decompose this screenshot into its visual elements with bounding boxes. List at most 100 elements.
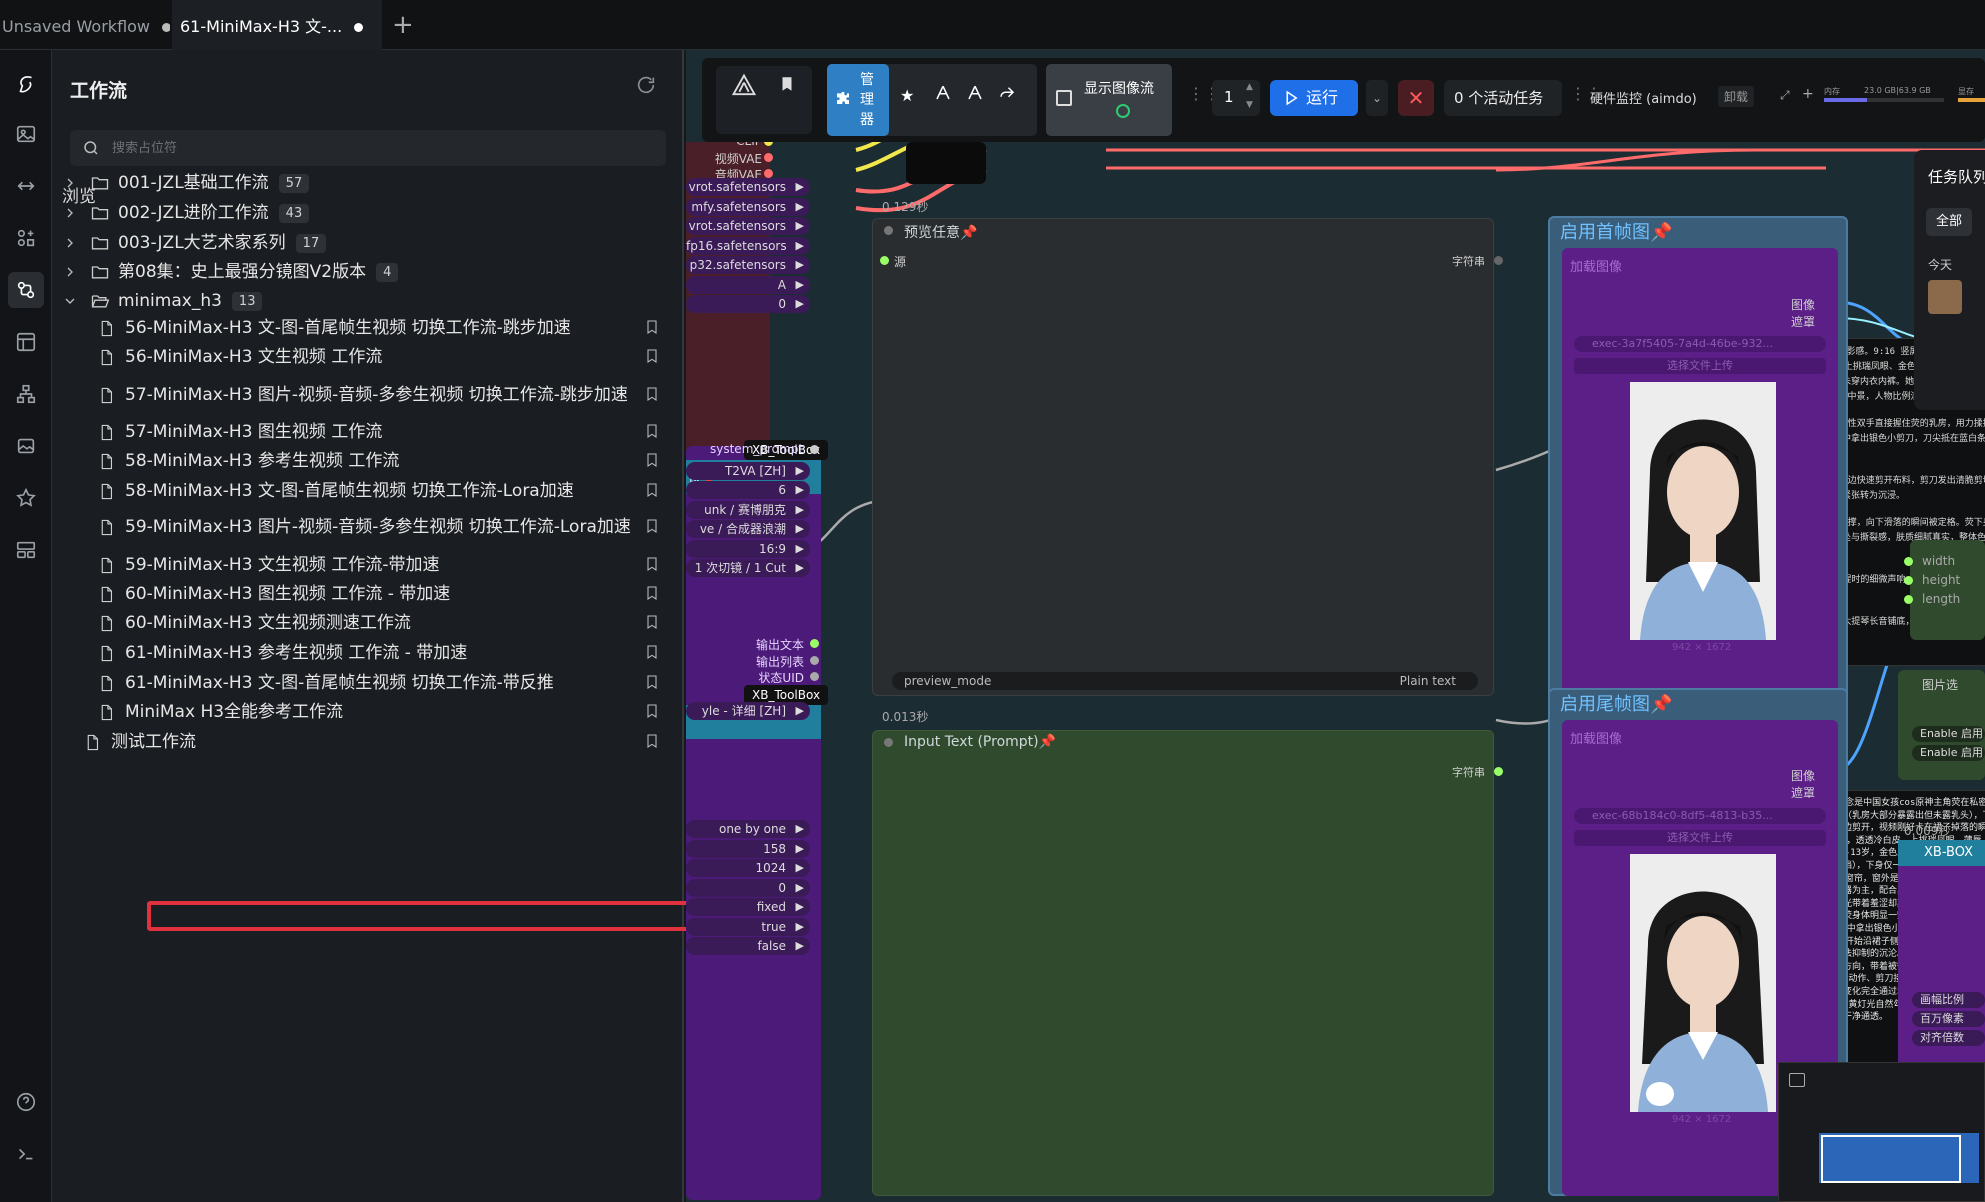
minimap-viewport[interactable] (1821, 1135, 1961, 1183)
input-text-node[interactable] (872, 730, 1494, 1196)
workflow-item[interactable]: MiniMax H3全能参考工作流 (52, 700, 684, 724)
search-box[interactable] (70, 130, 666, 166)
style-select[interactable]: yle - 详细 [ZH] (686, 702, 810, 720)
bookmark-icon[interactable] (644, 385, 662, 405)
folder-item[interactable]: 003-JZL大艺术家系列 17 (52, 230, 684, 256)
toolbox-select[interactable]: ve / 合成器浪潮 (686, 520, 810, 538)
workflow-item[interactable]: 测试工作流 (52, 730, 684, 754)
model-select[interactable]: mfy.safetensors (686, 197, 810, 216)
task-queue-panel[interactable]: 任务队列 全部 今天 (1914, 150, 1985, 410)
chevron-right-icon[interactable] (62, 264, 78, 280)
sampler-field[interactable]: one by one (686, 820, 810, 838)
preview-mode-select[interactable]: preview_mode Plain text (892, 672, 1478, 690)
sampler-field[interactable]: 158 (686, 839, 810, 858)
nodes-icon[interactable] (8, 220, 44, 256)
bookmark-icon[interactable] (644, 347, 662, 367)
xb-box-field[interactable]: 百万像素 (1912, 1011, 1985, 1027)
sampler-field[interactable]: true (686, 917, 810, 936)
bookmark-icon[interactable] (644, 555, 662, 575)
sampler-field[interactable]: 0 (686, 878, 810, 897)
chevron-right-icon[interactable] (62, 235, 78, 251)
upload-button[interactable]: 选择文件上传 (1574, 830, 1826, 846)
workflow-item[interactable]: 56-MiniMax-H3 文-图-首尾帧生视频 切换工作流-跳步加速 (52, 316, 684, 340)
bookmark-icon[interactable] (644, 451, 662, 471)
workflow-item[interactable]: 60-MiniMax-H3 图生视频 工作流 - 带加速 (52, 582, 684, 606)
reroute-node[interactable] (906, 142, 986, 184)
template-icon[interactable] (8, 532, 44, 568)
workflow-item[interactable]: 58-MiniMax-H3 参考生视频 工作流 (52, 449, 684, 473)
gallery-icon[interactable] (8, 428, 44, 464)
minimap-settings-icon[interactable] (1789, 1073, 1805, 1087)
enable-toggle[interactable]: Enable 启用 (1912, 726, 1985, 742)
chevron-right-icon[interactable] (62, 175, 78, 191)
enable-toggle[interactable]: Enable 启用 (1912, 745, 1985, 761)
toolbox-node-2[interactable] (686, 730, 821, 1200)
run-button[interactable]: 运行 (1270, 80, 1358, 116)
preview-any-node[interactable] (872, 218, 1494, 696)
bookmark-icon[interactable] (644, 481, 662, 501)
link-icon[interactable] (8, 168, 44, 204)
bookmark-icon[interactable] (644, 422, 662, 442)
sampler-field[interactable]: 1024 (686, 859, 810, 877)
star-icon[interactable] (8, 480, 44, 516)
folder-item[interactable]: 001-JZL基础工作流 57 (52, 170, 684, 196)
star-icon[interactable]: ★ (900, 86, 914, 105)
add-monitor-icon[interactable]: + (1802, 86, 1814, 102)
image-icon[interactable] (8, 116, 44, 152)
minimap[interactable] (1778, 1062, 1985, 1202)
bookmark-icon[interactable] (644, 643, 662, 663)
pin-toggle-icon[interactable]: ⤢ (1780, 88, 1790, 103)
comfy-a-icon[interactable] (934, 84, 952, 106)
folder-item[interactable]: 002-JZL进阶工作流 43 (52, 200, 684, 226)
workflow-item[interactable]: 57-MiniMax-H3 图片-视频-音频-多参生视频 切换工作流-跳步加速 (52, 371, 684, 419)
workflow-item[interactable]: 58-MiniMax-H3 文-图-首尾帧生视频 切换工作流-Lora加速 (52, 479, 684, 503)
xb-box-field[interactable]: 对齐倍数 (1912, 1030, 1985, 1046)
workflow-item[interactable]: 56-MiniMax-H3 文生视频 工作流 (52, 345, 684, 369)
queue-tab-all[interactable]: 全部 (1926, 208, 1972, 236)
workflow-item[interactable]: 59-MiniMax-H3 图片-视频-音频-多参生视频 切换工作流-Lora加… (52, 503, 684, 551)
workflow-item[interactable]: 60-MiniMax-H3 文生视频测速工作流 (52, 611, 684, 635)
xb-box-field[interactable]: 画幅比例 (1912, 992, 1985, 1008)
comfy-logo-icon[interactable] (730, 72, 760, 102)
layout-icon[interactable] (8, 324, 44, 360)
tab-active-workflow[interactable]: 61-MiniMax-H3 文-... (172, 0, 382, 50)
active-tasks[interactable]: 0 个活动任务 (1444, 80, 1562, 116)
toolbox-select[interactable]: unk / 赛博朋克 (686, 500, 810, 519)
model-select[interactable]: p32.safetensors (686, 256, 810, 274)
bookmark-icon[interactable] (644, 517, 662, 537)
bookmark-icon[interactable] (644, 673, 662, 693)
help-icon[interactable] (8, 1084, 44, 1120)
toolbox-select[interactable]: T2VA [ZH] (686, 461, 810, 480)
new-tab-button[interactable]: + (392, 10, 414, 40)
stepper-down-icon[interactable]: ▼ (1246, 100, 1253, 110)
bookmark-icon[interactable] (644, 702, 662, 722)
tree-icon[interactable] (8, 376, 44, 412)
toolbox-select[interactable]: 6 (686, 481, 810, 499)
model-select[interactable]: 0 (686, 295, 810, 313)
share-icon[interactable] (998, 84, 1016, 106)
upload-button[interactable]: 选择文件上传 (1574, 358, 1826, 374)
chevron-down-icon[interactable] (62, 293, 78, 309)
model-select[interactable]: A (128×128×32) (686, 275, 810, 310)
model-select[interactable]: fp16.safetensors (686, 236, 810, 255)
workflow-item[interactable]: 61-MiniMax-H3 参考生视频 工作流 - 带加速 (52, 641, 684, 665)
sampler-field[interactable]: false (686, 937, 810, 955)
unload-button[interactable]: 卸载 (1718, 86, 1755, 107)
sampler-field[interactable]: fixed (686, 898, 810, 916)
workflow-icon[interactable] (8, 272, 44, 308)
queue-thumbnail[interactable] (1928, 280, 1962, 314)
bookmark-icon[interactable] (644, 584, 662, 604)
bookmark-icon[interactable] (644, 318, 662, 338)
image-select[interactable]: exec-68b184c0-8df5-4813-b35... (1574, 808, 1826, 824)
refresh-icon[interactable] (635, 74, 659, 98)
folder-item[interactable]: minimax_h3 13 (52, 288, 684, 314)
bookmark-icon[interactable] (644, 732, 662, 752)
toolbox-select[interactable]: 1 次切镜 / 1 Cut (686, 559, 810, 577)
image-select[interactable]: exec-3a7f5405-7a4d-46be-932... (1574, 336, 1826, 352)
bookmark-icon[interactable] (644, 613, 662, 633)
stepper-up-icon[interactable]: ▲ (1246, 82, 1253, 92)
node-canvas[interactable]: 模型CLIP视频VAE音频VAE vrot.safetensorsmfy.saf… (686, 50, 1985, 1202)
logo-icon[interactable] (8, 66, 44, 102)
model-select[interactable]: vrot.safetensors (686, 178, 810, 196)
terminal-icon[interactable] (8, 1136, 44, 1172)
